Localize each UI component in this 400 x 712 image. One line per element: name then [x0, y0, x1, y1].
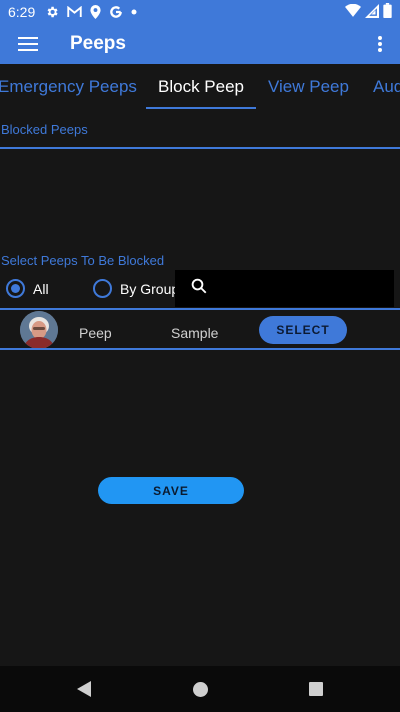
blocked-peeps-list [0, 150, 400, 245]
radio-selected-dot [11, 284, 20, 293]
recents-icon[interactable] [286, 666, 346, 712]
tab-emergency-peeps[interactable]: Emergency Peeps [0, 64, 137, 112]
radio-all-label: All [33, 280, 49, 297]
battery-icon [383, 3, 392, 21]
radio-by-group-circle[interactable] [93, 279, 112, 298]
app-title: Peeps [70, 33, 126, 54]
radio-all-circle[interactable] [6, 279, 25, 298]
app-screen: 6:29 Peeps Emergency Peeps Block Peep Vi… [0, 0, 400, 712]
app-bar: Peeps [0, 24, 400, 64]
select-peeps-label: Select Peeps To Be Blocked [1, 253, 165, 268]
search-icon[interactable] [190, 277, 208, 300]
peep-first-name: Peep [79, 325, 112, 341]
blocked-peeps-divider [0, 147, 400, 149]
hamburger-menu-icon[interactable] [0, 24, 56, 64]
avatar [20, 311, 58, 349]
radio-by-group-label: By Group [120, 280, 180, 297]
google-icon [109, 5, 123, 19]
tab-view-peep[interactable]: View Peep [268, 64, 349, 112]
blocked-peeps-label: Blocked Peeps [1, 122, 88, 137]
notification-icons [45, 5, 137, 19]
wifi-icon [345, 3, 361, 20]
gmail-icon [67, 6, 82, 18]
settings-icon [45, 5, 59, 19]
back-icon[interactable] [54, 666, 114, 712]
radio-all[interactable]: All [6, 279, 49, 298]
dot-icon [131, 9, 137, 15]
tab-aud[interactable]: Aud [373, 64, 400, 112]
save-button[interactable]: SAVE [98, 477, 244, 504]
system-icons [345, 3, 392, 21]
more-vertical-icon[interactable] [370, 32, 390, 56]
tab-bar: Emergency Peeps Block Peep View Peep Aud [0, 64, 400, 112]
tab-block-peep[interactable]: Block Peep [158, 64, 244, 112]
radio-by-group[interactable]: By Group [93, 279, 179, 298]
active-tab-indicator [146, 107, 256, 109]
home-icon[interactable] [170, 666, 230, 712]
peep-last-name: Sample [171, 325, 219, 341]
select-button[interactable]: SELECT [259, 316, 347, 344]
list-top-divider [0, 308, 400, 310]
location-icon [90, 5, 101, 19]
status-bar: 6:29 [0, 0, 400, 24]
search-input[interactable] [175, 270, 394, 307]
navigation-bar [0, 666, 400, 712]
status-time: 6:29 [8, 4, 36, 20]
list-bottom-divider [0, 348, 400, 350]
signal-icon [365, 3, 379, 21]
